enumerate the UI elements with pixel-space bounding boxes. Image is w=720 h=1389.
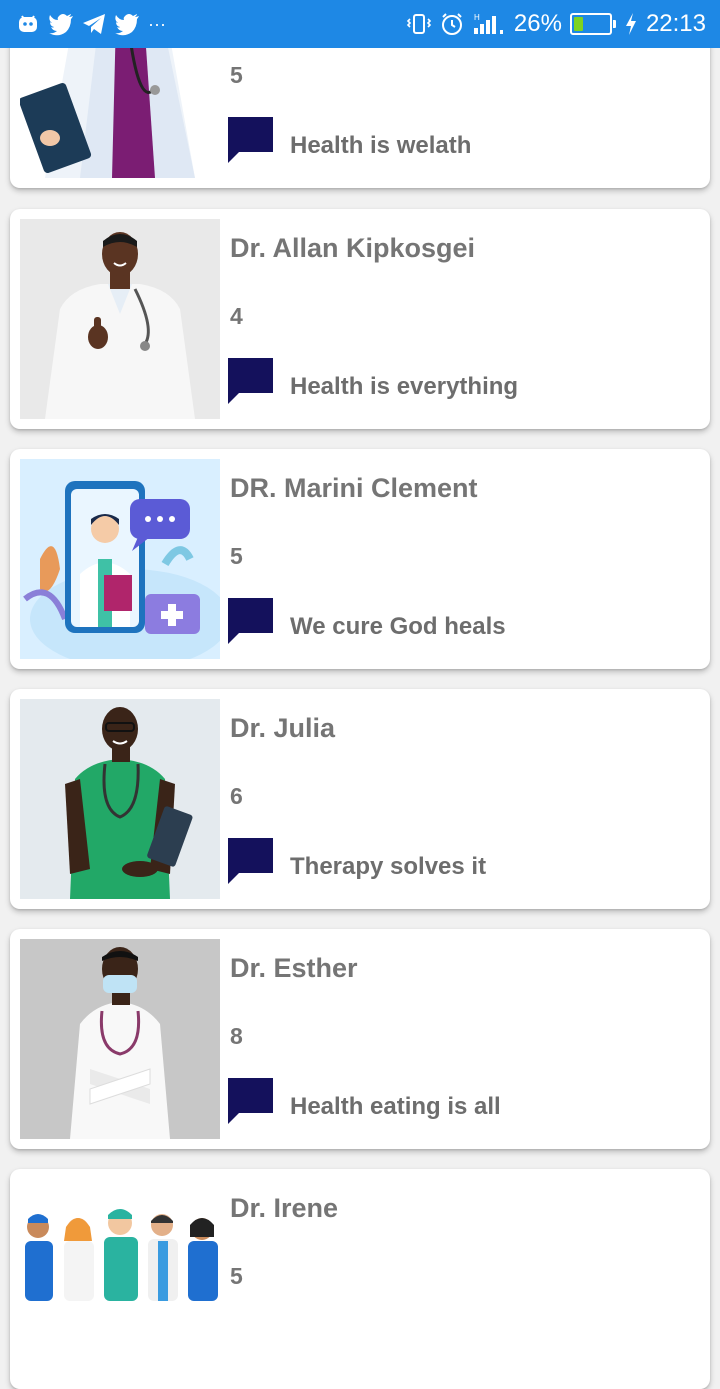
doctor-name: Dr. Allan Kipkosgei xyxy=(230,233,476,263)
doctor-rating: 5 xyxy=(230,543,243,569)
doctor-rating: 8 xyxy=(230,1023,243,1049)
chat-bubble-icon[interactable] xyxy=(225,835,275,890)
doctor-quote: Health eating is all xyxy=(290,1093,501,1120)
chat-bubble-icon[interactable] xyxy=(225,355,275,410)
status-bar: ··· H 26% 22:13 xyxy=(0,0,720,48)
more-notifications: ··· xyxy=(148,13,166,34)
doctor-rating: 4 xyxy=(230,303,243,329)
doctor-name: Dr. Irene xyxy=(230,1193,339,1223)
doctor-rating: 6 xyxy=(230,783,243,809)
doctor-rating: 5 xyxy=(230,62,243,88)
svg-text:H: H xyxy=(474,13,480,22)
doctor-photo xyxy=(20,1179,220,1379)
chat-bubble-icon[interactable] xyxy=(225,114,275,169)
doctor-quote: We cure God heals xyxy=(290,613,506,640)
doctor-photo xyxy=(20,219,220,419)
doctor-quote: Health is welath xyxy=(290,132,472,159)
doctor-card[interactable]: Dr. Irene 5 xyxy=(10,1169,710,1389)
signal-icon: H xyxy=(472,12,506,36)
vibrate-icon xyxy=(406,12,432,36)
telegram-icon xyxy=(82,13,106,35)
doctor-card[interactable]: DR. Marini Clement 5 We cure God heals xyxy=(10,449,710,669)
chat-bubble-icon[interactable] xyxy=(225,1075,275,1130)
twitter-icon xyxy=(48,12,74,36)
twitter-icon xyxy=(114,12,140,36)
android-notification-icon xyxy=(16,12,40,36)
battery-icon xyxy=(569,13,616,35)
doctor-card[interactable]: Dr. Esther 8 Health eating is all xyxy=(10,929,710,1149)
doctor-name: Dr. Julia xyxy=(230,713,336,743)
doctor-list[interactable]: 5 Health is welath Dr. Allan Kipkosgei 4… xyxy=(0,0,720,1389)
alarm-icon xyxy=(440,12,464,36)
charging-icon xyxy=(624,12,638,36)
doctor-quote: Therapy solves it xyxy=(290,853,487,880)
clock: 22:13 xyxy=(645,10,706,37)
doctor-name: DR. Marini Clement xyxy=(230,473,478,503)
doctor-quote: Health is everything xyxy=(290,373,519,400)
battery-percent: 26% xyxy=(513,10,562,37)
doctor-card[interactable]: Dr. Allan Kipkosgei 4 Health is everythi… xyxy=(10,209,710,429)
chat-bubble-icon[interactable] xyxy=(225,595,275,650)
doctor-photo xyxy=(20,459,220,659)
doctor-name: Dr. Esther xyxy=(230,953,358,983)
doctor-photo xyxy=(20,939,220,1139)
doctor-card[interactable]: Dr. Julia 6 Therapy solves it xyxy=(10,689,710,909)
doctor-rating: 5 xyxy=(230,1263,243,1289)
doctor-photo xyxy=(20,699,220,899)
